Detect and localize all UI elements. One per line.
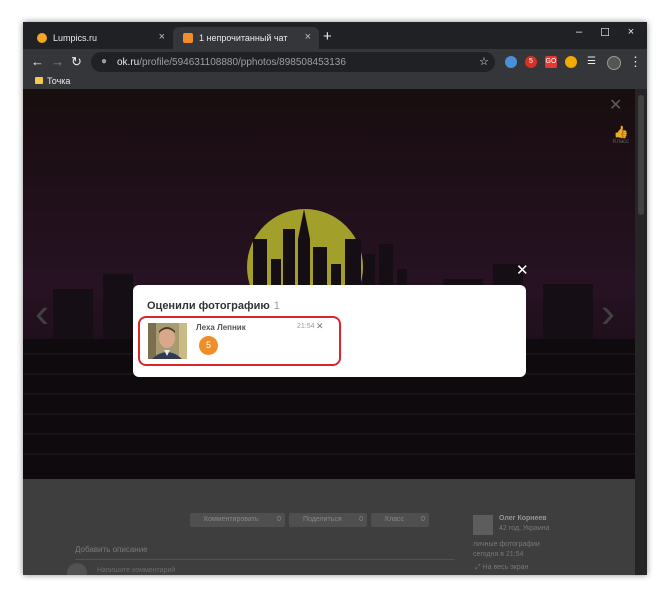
new-tab-button[interactable]: + (323, 28, 332, 45)
back-button[interactable]: ← (31, 54, 44, 69)
tab-strip: Lumpics.ru × 1 непрочитанный чат × + – ☐… (23, 22, 647, 49)
dialog-title-text: Оценили фотографию (147, 300, 270, 312)
url-path: /profile/594631108880/pphotos/8985084531… (139, 57, 346, 68)
rating-grade-badge: 5 (199, 336, 218, 355)
bookmark-item[interactable]: Точка (47, 76, 70, 86)
ext-orange-icon[interactable] (565, 56, 577, 68)
remove-rating-icon[interactable]: ✕ (316, 321, 324, 332)
reading-list-icon[interactable]: ☰ (587, 56, 596, 67)
person-photo (148, 323, 187, 359)
lumpics-favicon-icon (37, 33, 47, 43)
ext-blue-icon[interactable] (505, 56, 517, 68)
reload-button[interactable]: ↻ (71, 54, 82, 70)
minimize-button[interactable]: – (569, 26, 589, 38)
user-name[interactable]: Леха Лепник (196, 323, 246, 332)
rating-entry-card[interactable]: Леха Лепник 21:54 ✕ 5 (138, 316, 341, 366)
close-tab-icon[interactable]: × (305, 31, 311, 43)
tab-title: Lumpics.ru (53, 33, 98, 43)
rating-time: 21:54 (297, 323, 315, 330)
url-host: ok.ru (117, 57, 140, 68)
tab-ok-chat[interactable]: 1 непрочитанный чат × (173, 27, 319, 49)
url-text: ok.ru/profile/594631108880/pphotos/89850… (117, 57, 346, 68)
ext-red-square-icon[interactable]: GO (545, 56, 557, 68)
close-tab-icon[interactable]: × (159, 31, 165, 43)
rating-count: 1 (273, 300, 280, 312)
tab-lumpics[interactable]: Lumpics.ru × (27, 27, 173, 49)
folder-icon (35, 77, 43, 84)
user-avatar[interactable] (148, 323, 187, 359)
menu-icon[interactable]: ⋮ (629, 54, 642, 70)
bookmarks-bar: Точка (23, 75, 647, 89)
profile-avatar[interactable] (607, 56, 621, 70)
lock-icon: ● (101, 56, 108, 67)
tab-title: 1 непрочитанный чат (199, 33, 288, 43)
forward-button[interactable]: → (51, 54, 64, 69)
address-bar[interactable]: ● ok.ru/profile/594631108880/pphotos/898… (91, 52, 495, 72)
rated-photo-dialog: Оценили фотографию 1 Леха Лепник 21:54 ✕… (133, 285, 526, 377)
browser-toolbar: ← → ↻ ● ok.ru/profile/594631108880/pphot… (23, 49, 647, 75)
page-content: ✕ 👍 Класс ‹ › Комментировать 0 Поделиться 0… (23, 89, 647, 575)
ext-red-badge-icon[interactable]: 5 (525, 56, 537, 68)
dialog-title: Оценили фотографию 1 (147, 300, 280, 312)
ok-favicon-icon (183, 33, 193, 43)
bookmark-star-icon[interactable]: ☆ (479, 55, 489, 68)
maximize-button[interactable]: ☐ (595, 26, 615, 39)
close-window-button[interactable]: × (621, 26, 641, 38)
close-dialog-icon[interactable]: ✕ (516, 261, 529, 279)
browser-window: Lumpics.ru × 1 непрочитанный чат × + – ☐… (23, 22, 647, 575)
